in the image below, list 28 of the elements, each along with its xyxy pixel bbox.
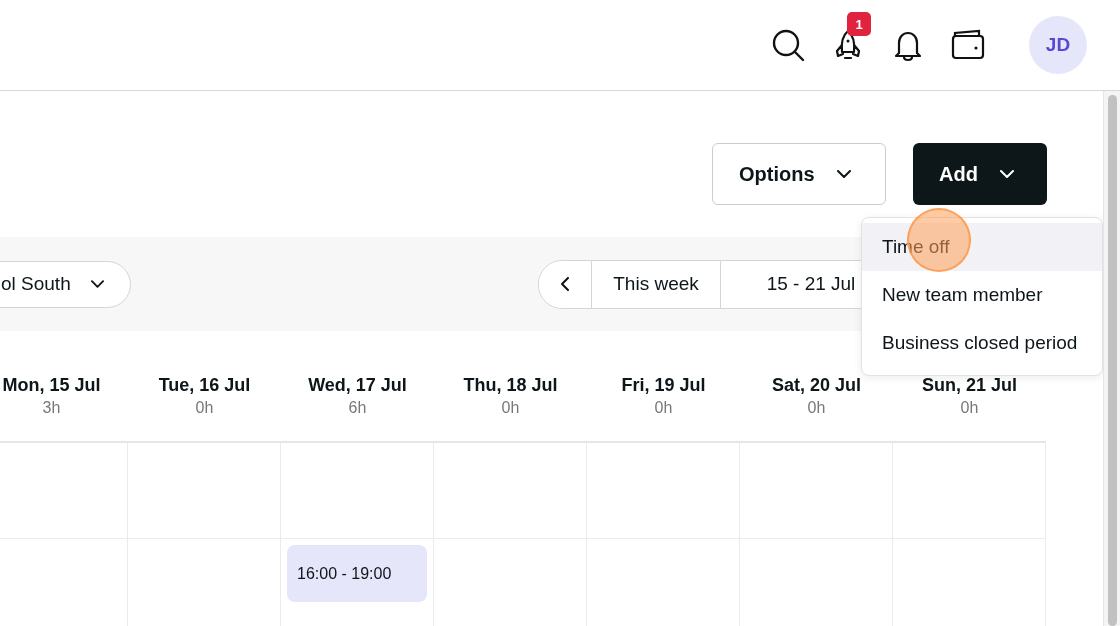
day-label: Sun, 21 Jul: [922, 375, 1017, 396]
day-hours: 6h: [348, 399, 367, 417]
day-hours: 0h: [501, 399, 520, 417]
location-dropdown[interactable]: ol South: [0, 260, 131, 308]
wallet-icon[interactable]: [951, 28, 985, 62]
shift-block[interactable]: 16:00 - 19:00: [287, 545, 427, 602]
chevron-down-icon: [836, 170, 851, 178]
menu-item[interactable]: Business closed period: [862, 319, 1102, 367]
day-hours: 3h: [42, 399, 61, 417]
day-label: Mon, 15 Jul: [2, 375, 101, 396]
day-hours: 0h: [807, 399, 826, 417]
user-avatar[interactable]: JD: [1029, 16, 1087, 74]
search-icon[interactable]: [771, 28, 805, 62]
notification-badge: 1: [847, 12, 871, 36]
chevron-left-icon: [561, 277, 569, 291]
day-label: Sat, 20 Jul: [771, 375, 861, 396]
options-button[interactable]: Options: [712, 143, 886, 205]
add-button[interactable]: Add: [913, 143, 1047, 205]
day-label: Fri, 19 Jul: [621, 375, 706, 396]
day-hours: 0h: [654, 399, 673, 417]
day-label: Wed, 17 Jul: [308, 375, 407, 396]
day-hours: 0h: [960, 399, 979, 417]
chevron-down-icon: [999, 170, 1014, 178]
day-hours: 0h: [195, 399, 214, 417]
day-label: Thu, 18 Jul: [463, 375, 558, 396]
chevron-down-icon: [90, 280, 104, 288]
day-label: Tue, 16 Jul: [158, 375, 251, 396]
scrollbar[interactable]: [1103, 91, 1120, 626]
